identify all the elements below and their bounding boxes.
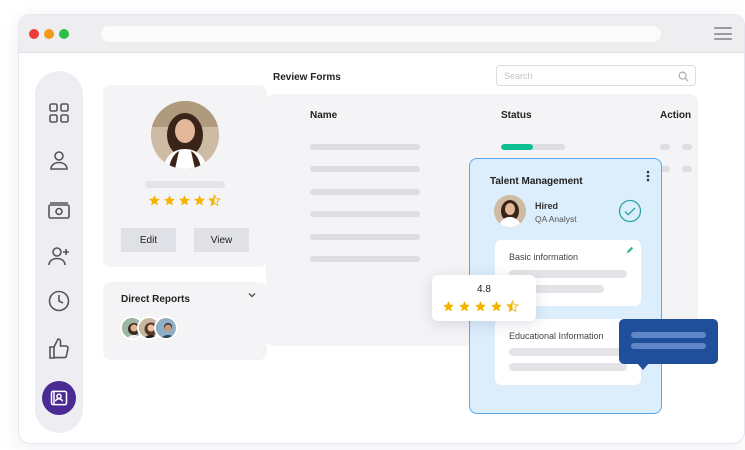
field-placeholder [509,363,627,371]
educational-information-label: Educational Information [509,331,604,341]
money-icon[interactable] [47,199,71,223]
close-window-dot[interactable] [29,29,39,39]
table-row[interactable] [310,144,420,150]
check-circle-icon [618,199,642,223]
pencil-icon[interactable] [626,246,634,254]
browser-titlebar [19,15,744,53]
table-row[interactable] [310,234,420,240]
table-row[interactable] [310,189,420,195]
rating-popup-stars [442,300,519,313]
sidebar [35,71,83,433]
profile-avatar [151,101,219,169]
tooltip-line [631,343,706,349]
profile-card: Edit View [103,85,267,267]
field-placeholder [509,348,627,356]
action-delete[interactable] [682,166,692,172]
chevron-down-icon[interactable] [247,290,257,303]
star-icon [491,301,502,312]
clock-icon[interactable] [47,289,71,313]
action-edit[interactable] [660,144,670,150]
maximize-window-dot[interactable] [59,29,69,39]
contact-card-button[interactable] [42,381,76,415]
view-button[interactable]: View [194,228,249,252]
star-icon [475,301,486,312]
basic-information-label: Basic information [509,252,579,262]
edit-button[interactable]: Edit [121,228,176,252]
status-progress-fill [501,144,533,150]
talent-management-title: Talent Management [490,176,583,187]
hamburger-menu-icon[interactable] [714,27,732,40]
column-header-action: Action [660,110,692,121]
kebab-menu-icon[interactable] [646,170,650,185]
star-icon [149,195,160,206]
star-icon [459,301,470,312]
status-progress-bar [501,144,565,150]
tooltip-tail [637,363,649,370]
search-icon [678,71,689,82]
star-icon [443,301,454,312]
grid-icon[interactable] [47,101,71,125]
candidate-role: QA Analyst [535,214,577,224]
star-icon [194,195,205,206]
add-user-icon[interactable] [47,244,71,268]
direct-reports-title: Direct Reports [121,294,190,305]
candidate-avatar [494,195,526,227]
comment-tooltip [619,319,718,370]
rating-popup: 4.8 [432,275,536,321]
address-bar[interactable] [101,26,661,42]
search-input[interactable]: Search [496,65,696,86]
column-header-status: Status [501,110,532,121]
star-icon [179,195,190,206]
avatar[interactable] [154,316,178,340]
contact-card-icon [50,390,68,406]
half-star-icon [506,300,519,313]
profile-name-placeholder [145,181,225,188]
review-forms-title: Review Forms [273,72,341,83]
column-header-name: Name [310,110,338,121]
candidate-status: Hired [535,201,559,211]
minimize-window-dot[interactable] [44,29,54,39]
table-row[interactable] [310,256,420,262]
table-row[interactable] [310,211,420,217]
profile-rating-stars [148,194,221,207]
search-placeholder: Search [504,71,533,81]
action-delete[interactable] [682,144,692,150]
half-star-icon [208,194,221,207]
tooltip-line [631,332,706,338]
direct-reports-card: Direct Reports [103,282,267,360]
star-icon [164,195,175,206]
rating-value: 4.8 [477,284,491,295]
user-icon[interactable] [47,148,71,172]
table-row[interactable] [310,166,420,172]
thumbs-up-icon[interactable] [47,337,71,361]
